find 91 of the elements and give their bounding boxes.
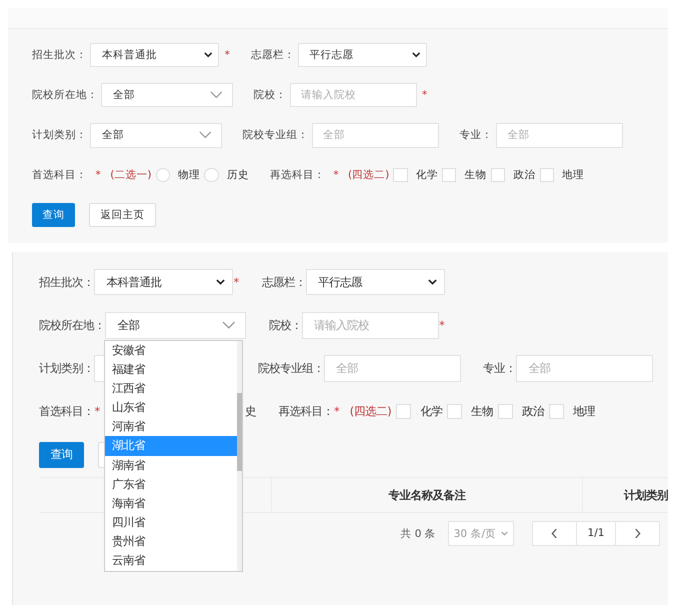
option-label: 历史 <box>226 168 249 182</box>
required-mark: * <box>224 48 230 61</box>
option-label: 政治 <box>513 168 536 182</box>
field-label: 院校专业组： <box>242 128 309 142</box>
chevron-down-icon <box>216 279 226 286</box>
chevron-right-icon <box>634 528 641 540</box>
field-label: 再选科目： <box>270 168 325 182</box>
option-label: 生物 <box>464 168 487 182</box>
checkbox[interactable] <box>446 404 462 420</box>
option-label: 化学 <box>416 168 438 182</box>
text-field[interactable]: 请输入院校 <box>302 312 439 339</box>
select-field[interactable]: 本科普通批 <box>94 268 233 296</box>
checkbox[interactable] <box>396 404 412 420</box>
field-label: 计划类别： <box>32 128 88 142</box>
query-button[interactable]: 查询 <box>38 442 84 468</box>
field-label: 志愿栏： <box>250 48 295 62</box>
scrollbar[interactable] <box>237 341 242 571</box>
field-label: 首选科目： <box>38 404 94 420</box>
required-mark: * <box>422 89 428 102</box>
dropdown-option[interactable]: 四川省 <box>105 512 237 532</box>
option-label: 物理 <box>178 168 200 182</box>
option-label: 生物 <box>471 404 494 420</box>
dropdown-option[interactable]: 福建省 <box>105 360 237 380</box>
option-label: 化学 <box>420 404 442 420</box>
select-field[interactable]: 全部 <box>90 122 222 148</box>
select-field[interactable]: 平行志愿 <box>306 268 445 296</box>
chevron-down-icon <box>412 52 420 58</box>
option-label: 史 <box>244 404 256 420</box>
query-button[interactable]: 查询 <box>32 203 76 228</box>
text-field[interactable]: 全部 <box>516 355 653 382</box>
chevron-down-icon <box>204 52 212 58</box>
back-button[interactable]: 返回主页 <box>88 203 156 228</box>
required-mark: * <box>234 276 240 289</box>
select-field[interactable]: 平行志愿 <box>298 42 428 68</box>
dropdown-option[interactable]: 河南省 <box>105 417 237 436</box>
total-count: 共 0 条 <box>400 526 436 541</box>
required-mark: * <box>334 405 340 418</box>
required-mark: * <box>333 169 339 182</box>
text-field[interactable]: 全部 <box>496 122 623 148</box>
dropdown-option[interactable]: 贵州省 <box>105 532 237 552</box>
dropdown-option[interactable]: 山东省 <box>105 398 237 418</box>
field-label: 计划类别： <box>38 361 94 376</box>
dropdown-option[interactable]: 江西省 <box>105 379 237 398</box>
select-field[interactable]: 本科普通批 <box>90 42 220 68</box>
option-label: 政治 <box>522 404 544 420</box>
chevron-down-icon <box>210 91 222 99</box>
checkbox[interactable] <box>490 168 506 182</box>
required-mark: * <box>94 405 100 418</box>
checkbox[interactable] <box>540 168 554 182</box>
dropdown-option[interactable]: 海南省 <box>105 494 237 513</box>
chevron-down-icon <box>198 131 212 139</box>
field-label: 院校： <box>268 318 302 333</box>
table-header-cell: 专业名称及备注 <box>272 478 583 512</box>
chevron-down-icon <box>501 531 508 536</box>
checkbox[interactable] <box>548 404 564 420</box>
selection-hint: (四选二) <box>348 168 390 182</box>
field-label: 专业： <box>483 361 516 376</box>
dropdown-option[interactable]: 广东省 <box>105 474 237 494</box>
chevron-down-icon <box>222 321 236 330</box>
selection-hint: (四选二) <box>350 404 392 420</box>
field-label: 招生批次： <box>38 274 94 290</box>
text-field[interactable]: 请输入院校 <box>290 82 417 108</box>
field-label: 再选科目： <box>278 404 334 420</box>
field-label: 志愿栏： <box>262 274 306 290</box>
field-label: 院校： <box>254 88 287 102</box>
checkbox[interactable] <box>393 168 408 182</box>
dropdown-option[interactable]: 安徽省 <box>105 341 237 360</box>
field-label: 招生批次： <box>32 48 88 62</box>
field-label: 首选科目： <box>32 168 88 182</box>
chevron-left-icon <box>551 528 558 540</box>
checkbox[interactable] <box>498 404 513 420</box>
radio-button[interactable] <box>204 168 219 182</box>
checkbox[interactable] <box>442 168 456 182</box>
dropdown-option[interactable]: 云南省 <box>105 551 237 570</box>
field-label: 院校专业组： <box>258 361 324 376</box>
field-label: 院校所在地： <box>32 88 98 102</box>
chevron-down-icon <box>428 279 437 286</box>
required-mark: * <box>439 318 445 332</box>
field-label: 专业： <box>460 128 493 142</box>
option-label: 地理 <box>562 168 584 182</box>
text-field[interactable]: 全部 <box>312 122 439 148</box>
select-field[interactable]: 全部 <box>101 82 233 108</box>
required-mark: * <box>96 169 101 182</box>
selection-hint: (二选一) <box>110 168 152 182</box>
text-field[interactable]: 全部 <box>324 355 461 382</box>
radio-button[interactable] <box>156 168 170 182</box>
select-field[interactable]: 全部 <box>104 312 246 339</box>
dropdown-option[interactable]: 湖南省 <box>105 456 237 475</box>
table-header-cell-text: 计划类别 <box>622 488 668 504</box>
field-label: 院校所在地： <box>38 318 105 333</box>
option-label: 地理 <box>572 404 595 420</box>
